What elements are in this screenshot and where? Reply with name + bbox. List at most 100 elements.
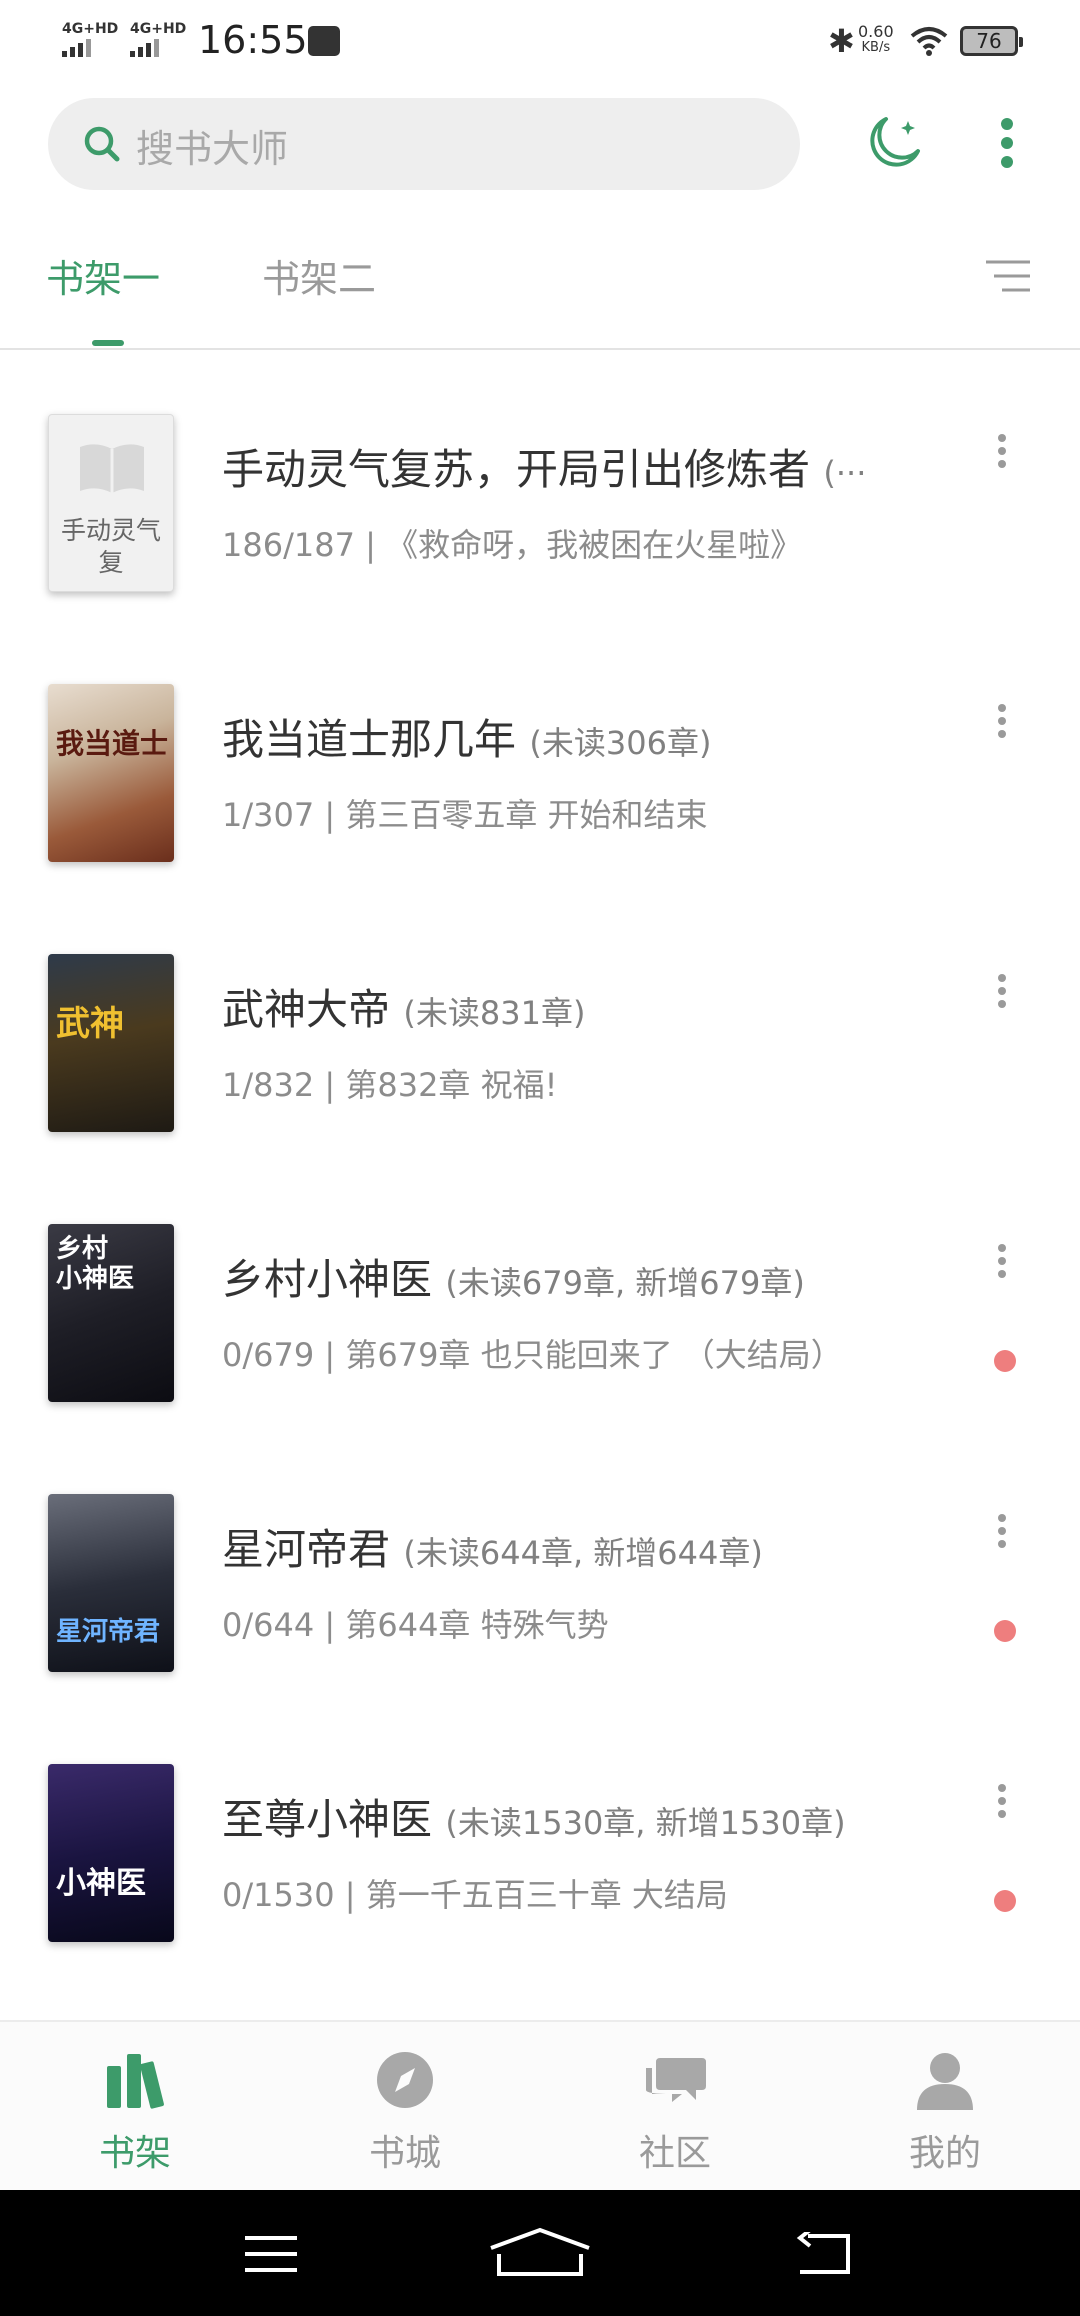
book-unread-count: (未读831章): [403, 994, 586, 1032]
wifi-icon: [910, 27, 948, 56]
system-home-icon[interactable]: [485, 2226, 595, 2278]
cover-art-text: 乡村 小神医: [56, 1234, 135, 1294]
book-latest-chapter: 第三百零五章 开始和结束: [345, 796, 708, 834]
clock: 16:55: [198, 18, 308, 62]
book-title: 武神大帝: [222, 985, 391, 1034]
book-more-icon[interactable]: [995, 1784, 1009, 1818]
book-unread-count: (···: [823, 454, 867, 492]
book-item[interactable]: 武神 武神大帝 (未读831章) 1/832 | 第832章 祝福!: [0, 910, 1080, 1180]
book-progress-row: 1/307 | 第三百零五章 开始和结束: [222, 796, 708, 834]
tab-shelf-1[interactable]: 书架一: [46, 248, 160, 303]
book-cover: 武神: [48, 954, 174, 1132]
bookshelf-icon: [107, 2054, 164, 2109]
header-divider: [0, 348, 1080, 350]
cover-art-text: 我当道士: [56, 727, 169, 760]
book-progress: 0/644: [222, 1606, 315, 1644]
sim2-label: 4G+HD: [130, 21, 187, 37]
compass-icon: [377, 2052, 433, 2108]
book-progress: 0/1530: [222, 1876, 335, 1914]
book-title: 乡村小神医: [222, 1255, 433, 1304]
sim1-label: 4G+HD: [62, 21, 119, 37]
book-latest-chapter: 第644章 特殊气势: [345, 1606, 609, 1644]
book-more-icon[interactable]: [995, 974, 1009, 1008]
book-title: 我当道士那几年: [222, 715, 517, 764]
book-latest-chapter: 《救命呀，我被困在火星啦》: [386, 526, 803, 564]
book-progress: 1/307: [222, 796, 315, 834]
system-menu-icon[interactable]: [245, 2234, 297, 2274]
book-title-row: 武神大帝 (未读831章): [222, 976, 585, 1037]
nav-label: 书城: [368, 2133, 441, 2174]
chat-bubbles-icon: [646, 2058, 706, 2102]
book-item[interactable]: 星河帝君 星河帝君 (未读644章, 新增644章) 0/644 | 第644章…: [0, 1450, 1080, 1720]
bluetooth-icon: ✱: [828, 22, 855, 60]
signal-sim1: 4G+HD: [62, 22, 118, 57]
book-cover: 手动灵气复: [48, 414, 174, 592]
book-title-row: 星河帝君 (未读644章, 新增644章): [222, 1516, 763, 1577]
book-latest-chapter: 第679章 也只能回来了 （大结局）: [345, 1336, 843, 1374]
night-mode-moon-icon[interactable]: [864, 113, 924, 173]
net-speed-value: 0.60: [858, 22, 894, 41]
book-unread-count: (未读306章): [529, 724, 712, 762]
cover-title: 手动灵气复: [60, 516, 161, 577]
nav-label: 书架: [98, 2133, 171, 2174]
book-item[interactable]: 我当道士 我当道士那几年 (未读306章) 1/307 | 第三百零五章 开始和…: [0, 640, 1080, 910]
book-placeholder-icon: [80, 444, 144, 493]
book-cover: 我当道士: [48, 684, 174, 862]
book-progress-row: 186/187 | 《救命呀，我被困在火星啦》: [222, 526, 803, 564]
network-speed: 0.60 KB/s: [858, 24, 894, 56]
more-vertical-icon[interactable]: [1000, 118, 1014, 168]
book-progress: 186/187: [222, 526, 355, 564]
message-notification-icon: [308, 26, 340, 56]
book-progress-row: 1/832 | 第832章 祝福!: [222, 1066, 558, 1104]
book-more-icon[interactable]: [995, 704, 1009, 738]
nav-bookstore[interactable]: 书城: [305, 2022, 505, 2192]
book-title-row: 我当道士那几年 (未读306章): [222, 706, 711, 767]
book-item[interactable]: 乡村 小神医 乡村小神医 (未读679章, 新增679章) 0/679 | 第67…: [0, 1180, 1080, 1450]
search-placeholder: 搜书大师: [136, 127, 289, 171]
nav-bookshelf[interactable]: 书架: [35, 2022, 235, 2192]
book-progress-row: 0/1530 | 第一千五百三十章 大结局: [222, 1876, 728, 1914]
book-latest-chapter: 第832章 祝福!: [345, 1066, 558, 1104]
book-progress: 1/832: [222, 1066, 315, 1104]
book-title: 手动灵气复苏，开局引出修炼者: [222, 445, 811, 494]
status-bar: 4G+HD 4G+HD 16:55 ✱ 0.60 KB/s 76: [0, 0, 1080, 84]
book-title-row: 手动灵气复苏，开局引出修炼者 (···: [222, 436, 866, 497]
book-title-row: 至尊小神医 (未读1530章, 新增1530章): [222, 1786, 846, 1847]
system-navigation-bar: [0, 2190, 1080, 2316]
person-icon: [917, 2053, 973, 2110]
book-item[interactable]: 小神医 至尊小神医 (未读1530章, 新增1530章) 0/1530 | 第一…: [0, 1720, 1080, 1990]
tab-shelf-2[interactable]: 书架二: [262, 248, 376, 303]
book-cover: 乡村 小神医: [48, 1224, 174, 1402]
book-unread-count: (未读679章, 新增679章): [445, 1264, 805, 1302]
nav-label: 我的: [908, 2133, 981, 2174]
update-badge: [994, 1350, 1016, 1372]
net-speed-unit: KB/s: [861, 40, 891, 55]
book-title: 星河帝君: [222, 1525, 391, 1574]
active-tab-indicator: [92, 340, 124, 346]
book-progress: 0/679: [222, 1336, 315, 1374]
book-cover: 星河帝君: [48, 1494, 174, 1672]
cover-art-text: 小神医: [56, 1866, 146, 1901]
bottom-navigation: 书架 书城 社区 我的: [0, 2020, 1080, 2192]
nav-community[interactable]: 社区: [575, 2022, 775, 2192]
book-latest-chapter: 第一千五百三十章 大结局: [365, 1876, 728, 1914]
sort-menu-icon[interactable]: [984, 258, 1032, 294]
nav-label: 社区: [638, 2133, 711, 2174]
search-bar[interactable]: 搜书大师: [48, 98, 800, 190]
book-more-icon[interactable]: [995, 434, 1009, 468]
book-more-icon[interactable]: [995, 1514, 1009, 1548]
update-badge: [994, 1890, 1016, 1912]
update-badge: [994, 1620, 1016, 1642]
book-more-icon[interactable]: [995, 1244, 1009, 1278]
nav-profile[interactable]: 我的: [845, 2022, 1045, 2192]
book-item[interactable]: 手动灵气复 手动灵气复苏，开局引出修炼者 (··· 186/187 | 《救命呀…: [0, 370, 1080, 640]
cover-art-text: 星河帝君: [56, 1617, 161, 1647]
system-back-icon[interactable]: [796, 2232, 852, 2276]
battery-indicator: 76: [960, 26, 1023, 56]
cover-art-text: 武神: [56, 1004, 124, 1044]
book-title: 至尊小神医: [222, 1795, 433, 1844]
search-icon: [84, 126, 120, 162]
signal-sim2: 4G+HD: [130, 22, 186, 57]
book-title-row: 乡村小神医 (未读679章, 新增679章): [222, 1246, 805, 1307]
book-progress-row: 0/679 | 第679章 也只能回来了 （大结局）: [222, 1336, 843, 1374]
